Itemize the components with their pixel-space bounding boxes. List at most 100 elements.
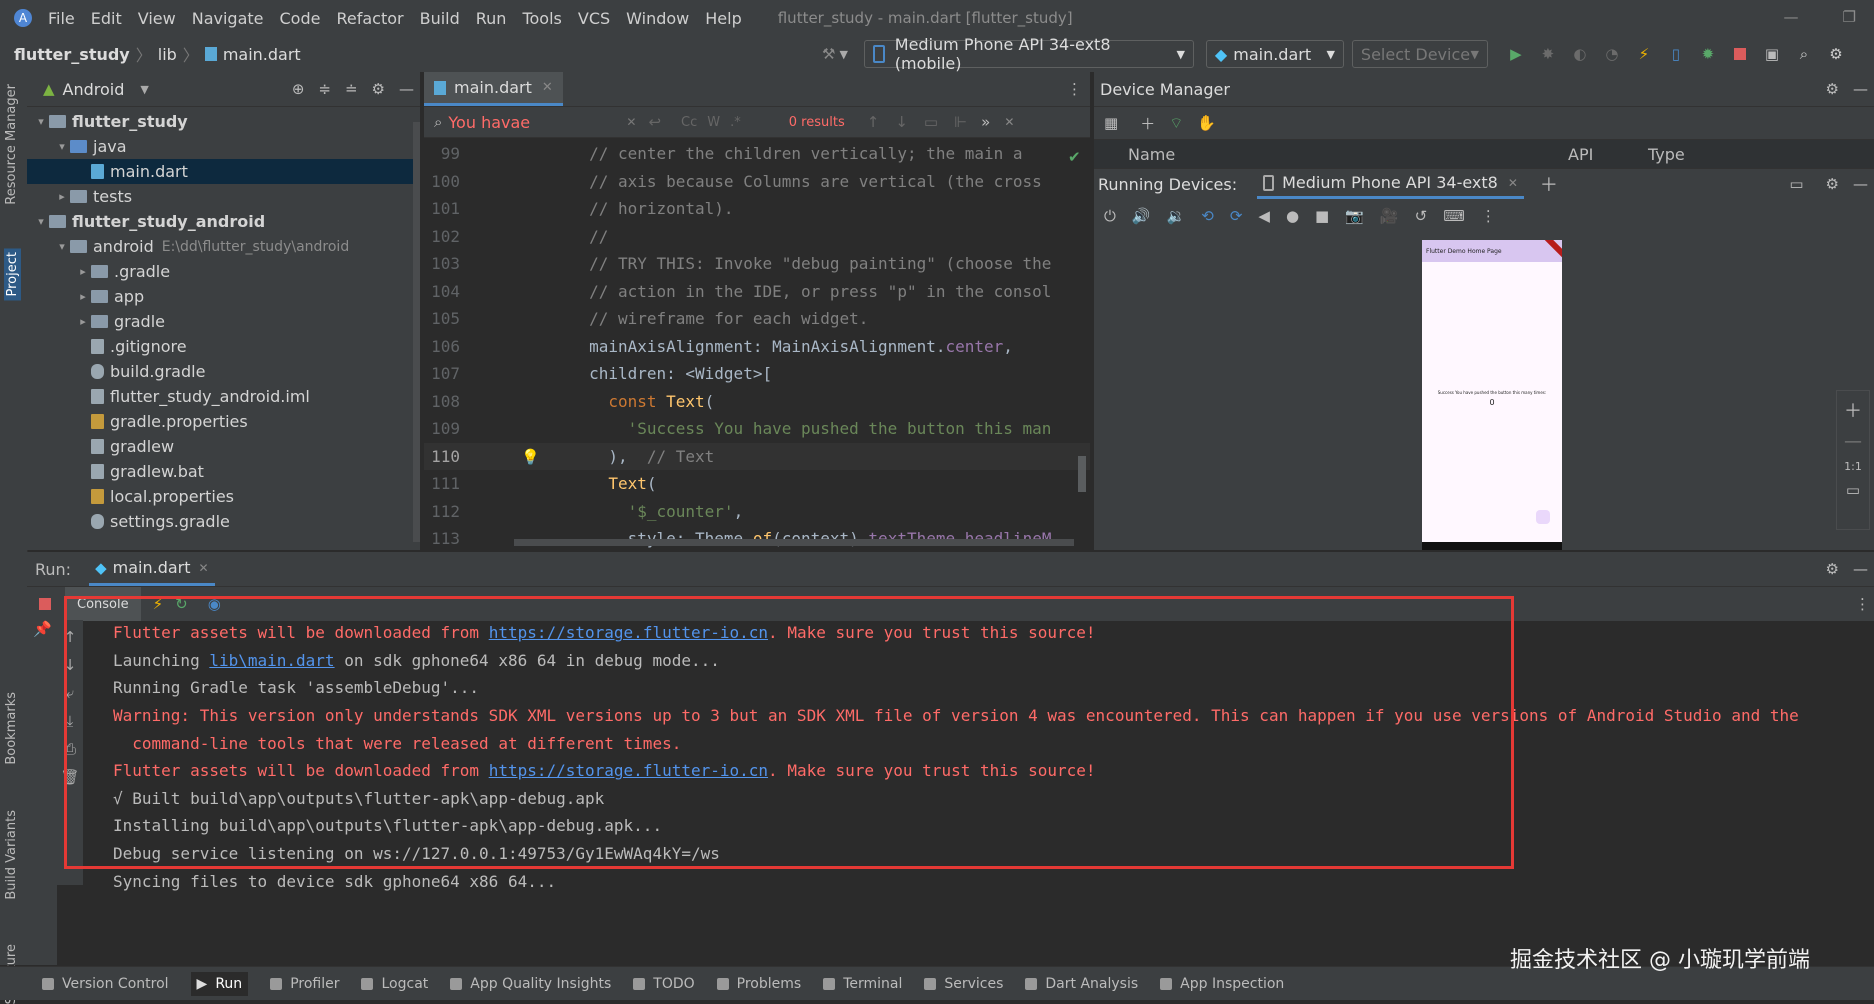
more-icon[interactable]: ⋮ — [1067, 80, 1082, 98]
tree-item[interactable]: build.gradle — [27, 359, 420, 384]
zoom-actual-size[interactable]: 1:1 — [1844, 460, 1862, 473]
tree-item[interactable]: settings.gradle — [27, 509, 420, 534]
chevron-right-icon[interactable]: ▸ — [75, 315, 91, 328]
code-line[interactable]: 101 // horizontal). — [424, 195, 1090, 223]
tree-item[interactable]: ▸ gradle — [27, 309, 420, 334]
column-api[interactable]: API — [1568, 145, 1648, 164]
chevron-down-icon[interactable]: ▾ — [54, 140, 70, 153]
attach-debugger-icon[interactable]: ✹ — [1697, 43, 1719, 65]
wifi-icon[interactable]: ⌔ — [1169, 114, 1183, 133]
menu-item-edit[interactable]: Edit — [91, 9, 122, 28]
project-scrollbar[interactable] — [413, 122, 420, 542]
select-device-combo[interactable]: Select Device ▼ — [1351, 40, 1488, 68]
hide-icon[interactable]: — — [1853, 560, 1868, 578]
overview-icon[interactable]: ■ — [1315, 207, 1329, 225]
run-icon[interactable]: ▶ — [1505, 43, 1527, 65]
menu-item-vcs[interactable]: VCS — [578, 9, 610, 28]
menu-item-tools[interactable]: Tools — [522, 9, 561, 28]
next-occurrence-icon[interactable]: ↓ — [895, 113, 908, 131]
code-line[interactable]: 108 const Text( — [424, 388, 1090, 416]
resource-manager-tab[interactable]: Resource Manager — [4, 84, 19, 205]
device-mirror-icon[interactable]: ▣ — [1761, 43, 1783, 65]
chevron-right-icon[interactable]: ▸ — [75, 265, 91, 278]
chevron-down-icon[interactable]: ▼ — [839, 48, 847, 61]
hide-icon[interactable]: — — [1853, 175, 1868, 193]
zoom-out-icon[interactable]: — — [1844, 431, 1862, 452]
zoom-in-icon[interactable]: ＋ — [1844, 397, 1862, 423]
tool-window-version-control[interactable]: Version Control — [42, 976, 169, 992]
close-icon[interactable]: ✕ — [1004, 115, 1014, 129]
tool-window-profiler[interactable]: Profiler — [270, 976, 339, 992]
tree-item[interactable]: gradle.properties — [27, 409, 420, 434]
bookmarks-tab[interactable]: Bookmarks — [4, 692, 19, 765]
gear-icon[interactable]: ⚙ — [372, 80, 385, 98]
chevron-right-icon[interactable]: ▸ — [75, 290, 91, 303]
chevron-down-icon[interactable]: ▾ — [54, 240, 70, 253]
build-variants-tab[interactable]: Build Variants — [4, 810, 19, 900]
breadcrumb-lib[interactable]: lib — [158, 45, 177, 64]
run-tab-main-dart[interactable]: ◆ main.dart ✕ — [89, 552, 215, 586]
gear-icon[interactable]: ⚙ — [1826, 175, 1839, 193]
running-device-tab[interactable]: Medium Phone API 34-ext8 ✕ — [1257, 169, 1524, 199]
power-icon[interactable]: ⏻ — [1104, 207, 1116, 225]
tree-item[interactable]: ▸ .gradle — [27, 259, 420, 284]
tree-item[interactable]: flutter_study_android.iml — [27, 384, 420, 409]
add-icon[interactable]: ＋ — [1540, 171, 1558, 197]
filter-icon[interactable]: ⊩ — [954, 113, 967, 131]
device-selector[interactable]: Medium Phone API 34-ext8 (mobile) ▼ — [863, 35, 1194, 73]
layout-icon[interactable]: ▭ — [1789, 175, 1803, 193]
newline-icon[interactable]: ↩ — [648, 113, 661, 131]
tool-window-logcat[interactable]: Logcat — [361, 976, 428, 992]
code-line[interactable]: 112 '$_counter', — [424, 498, 1090, 526]
collapse-all-icon[interactable]: ≐ — [345, 80, 358, 98]
profile-icon[interactable]: ◔ — [1601, 43, 1623, 65]
project-tab[interactable]: Project — [4, 248, 21, 301]
find-input[interactable]: You havae — [448, 113, 626, 132]
tool-window-app-quality-insights[interactable]: App Quality Insights — [450, 976, 611, 992]
hot-reload-icon[interactable]: ⚡ — [1633, 43, 1655, 65]
tree-item[interactable]: ▾ flutter_study — [27, 109, 420, 134]
stop-icon[interactable] — [39, 598, 51, 610]
clear-icon[interactable]: ✕ — [626, 115, 636, 129]
hide-icon[interactable]: — — [1853, 80, 1868, 98]
code-line[interactable]: 105 // wireframe for each widget. — [424, 305, 1090, 333]
gear-icon[interactable]: ⚙ — [1826, 80, 1839, 98]
chevron-right-icon[interactable]: ▸ — [54, 190, 70, 203]
code-line[interactable]: 111 Text( — [424, 470, 1090, 498]
menu-item-navigate[interactable]: Navigate — [192, 9, 264, 28]
back-icon[interactable]: ◀ — [1258, 207, 1270, 225]
select-all-icon[interactable]: ▭ — [924, 113, 938, 131]
search-icon[interactable]: ⌕ — [1793, 43, 1815, 65]
git-hammer-icon[interactable]: ⚒ — [822, 45, 835, 63]
menu-item-help[interactable]: Help — [705, 9, 741, 28]
tool-window-problems[interactable]: Problems — [716, 976, 801, 992]
more-icon[interactable]: » — [981, 113, 990, 131]
hide-icon[interactable]: — — [399, 80, 414, 98]
editor-tab-main-dart[interactable]: main.dart ✕ — [424, 72, 563, 106]
volume-down-icon[interactable]: 🔉 — [1167, 207, 1186, 225]
code-line[interactable]: 109 'Success You have pushed the button … — [424, 415, 1090, 443]
more-icon[interactable]: ⋮ — [1481, 207, 1496, 225]
breadcrumb-project[interactable]: flutter_study — [14, 45, 130, 64]
tree-item[interactable]: ▸ tests — [27, 184, 420, 209]
code-line[interactable]: 104 // action in the IDE, or press "p" i… — [424, 278, 1090, 306]
screen-record-icon[interactable]: 🎥 — [1380, 207, 1399, 225]
coverage-icon[interactable]: ◐ — [1569, 43, 1591, 65]
volume-up-icon[interactable]: 🔊 — [1132, 207, 1151, 225]
prev-occurrence-icon[interactable]: ↑ — [867, 113, 880, 131]
restore-icon[interactable]: ❐ — [1843, 8, 1856, 26]
tool-window-terminal[interactable]: Terminal — [823, 976, 902, 992]
project-view-selector[interactable]: Android — [63, 80, 125, 99]
run-config-selector[interactable]: ◆ main.dart ▼ — [1205, 40, 1344, 68]
tree-item[interactable]: gradlew.bat — [27, 459, 420, 484]
expand-all-icon[interactable]: ≑ — [318, 80, 331, 98]
grid-icon[interactable]: ▦ — [1104, 114, 1118, 132]
regex-icon[interactable]: .* — [730, 115, 741, 130]
home-icon[interactable]: ● — [1286, 207, 1299, 225]
tree-item[interactable]: local.properties — [27, 484, 420, 509]
code-line[interactable]: 107 children: <Widget>[ — [424, 360, 1090, 388]
screenshot-icon[interactable]: 📷 — [1345, 207, 1364, 225]
column-name[interactable]: Name — [1128, 145, 1568, 164]
gear-icon[interactable]: ⚙ — [1825, 43, 1847, 65]
menu-item-code[interactable]: Code — [280, 9, 321, 28]
